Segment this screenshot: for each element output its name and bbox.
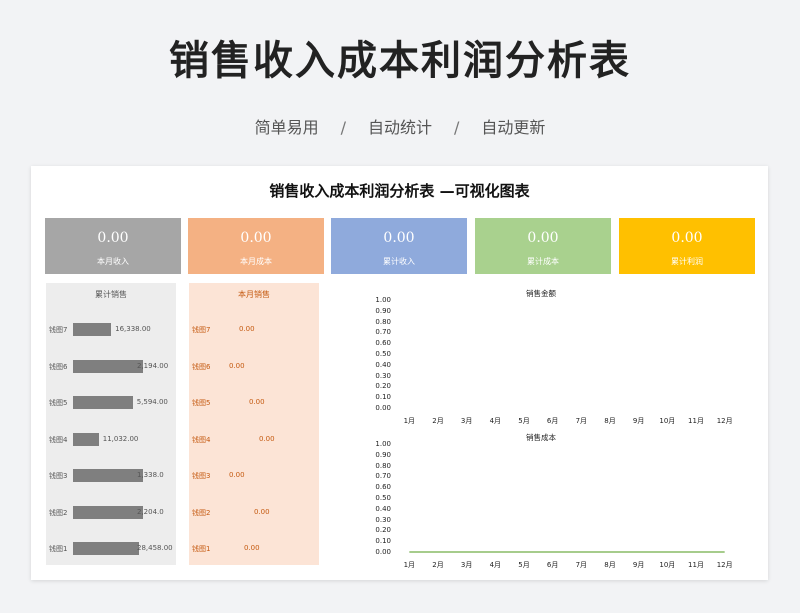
row-bar bbox=[73, 359, 143, 373]
monthly-sales-row: 钱图2 0.00 bbox=[189, 506, 319, 520]
sales-cost-chart: 销售成本 1.00 0.90 0.80 0.70 0.60 0.50 0.40 0.30 0.2… bbox=[331, 430, 751, 570]
cumulative-sales-panel: 累计销售 钱图7 16,338.00 钱图6 2,194.00 钱图5 5,594.00 钱… bbox=[46, 283, 176, 565]
cumulative-sales-row: 钱图4 11,032.00 bbox=[46, 432, 176, 447]
row-value: 0.00 bbox=[249, 398, 265, 406]
row-name: 钱图1 bbox=[49, 545, 68, 553]
row-name: 钱图6 bbox=[49, 362, 68, 371]
row-bar bbox=[73, 396, 133, 409]
monthly-sales-row: 钱图6 0.00 bbox=[189, 360, 319, 374]
cumulative-sales-row: 钱图3 1,338.0 bbox=[46, 469, 176, 483]
cumulative-sales-row: 钱图2 2,204.0 bbox=[46, 505, 176, 520]
page-title: 销售收入成本利润分析表 bbox=[169, 38, 631, 84]
card-label: 累计利润 bbox=[671, 257, 703, 266]
monthly-sales-row: 钱图7 0.00 bbox=[189, 323, 319, 337]
subtitle: 简单易用 / 自动统计 / 自动更新 bbox=[0, 114, 800, 138]
row-value: 28,458.00 bbox=[137, 544, 173, 552]
subtitle-separator: / bbox=[340, 118, 346, 137]
card-label: 累计收入 bbox=[383, 257, 415, 266]
row-name: 钱图1 bbox=[192, 545, 211, 553]
subtitle-item-auto-update: 自动更新 bbox=[481, 118, 546, 137]
cumulative-sales-title: 累计销售 bbox=[95, 290, 127, 299]
row-name: 钱图5 bbox=[49, 399, 68, 407]
card-label: 本月成本 bbox=[240, 257, 272, 266]
row-value: 0.00 bbox=[229, 471, 245, 479]
row-name: 钱图5 bbox=[192, 399, 211, 407]
row-name: 钱图6 bbox=[192, 362, 211, 371]
cumulative-sales-row: 钱图6 2,194.00 bbox=[46, 359, 176, 374]
row-name: 钱图4 bbox=[49, 435, 68, 444]
row-name: 钱图2 bbox=[192, 508, 211, 517]
card-total-income: 0.00 累计收入 bbox=[331, 218, 467, 274]
card-month-income: 0.00 本月收入 bbox=[45, 218, 181, 274]
row-value: 2,194.00 bbox=[137, 361, 169, 370]
row-value: 0.00 bbox=[259, 434, 275, 443]
card-total-profit: 0.00 累计利润 bbox=[619, 218, 755, 274]
row-bar bbox=[73, 505, 143, 519]
cumulative-sales-row: 钱图5 5,594.00 bbox=[46, 396, 176, 410]
card-value: 0.00 bbox=[240, 230, 272, 246]
row-name: 钱图7 bbox=[49, 326, 68, 334]
monthly-sales-row: 钱图5 0.00 bbox=[189, 396, 319, 410]
cumulative-sales-row: 钱图1 28,458.00 bbox=[46, 542, 176, 556]
row-bar bbox=[73, 432, 99, 446]
row-value: 0.00 bbox=[254, 507, 270, 516]
dashboard-panel: 销售收入成本利润分析表 —可视化图表 0.00 本月收入 0.00 本月成本 0… bbox=[31, 166, 768, 580]
row-value: 16,338.00 bbox=[115, 325, 151, 333]
row-value: 0.00 bbox=[229, 361, 245, 370]
card-label: 累计成本 bbox=[527, 257, 559, 266]
row-value: 5,594.00 bbox=[136, 398, 168, 406]
subtitle-item-easy: 简单易用 bbox=[254, 118, 319, 137]
row-name: 钱图2 bbox=[49, 508, 68, 517]
chart-plot bbox=[409, 551, 725, 553]
monthly-sales-panel: 本月销售 钱图7 0.00 钱图6 0.00 钱图5 0.00 钱图4 0.00 钱图3 0.00… bbox=[189, 283, 319, 565]
sales-amount-chart: 销售金额 1.00 0.90 0.80 0.70 0.60 0.50 0.40 0.30 0.2… bbox=[331, 286, 751, 426]
chart-plot bbox=[409, 407, 725, 409]
row-name: 钱图4 bbox=[192, 435, 211, 444]
row-value: 0.00 bbox=[239, 325, 255, 333]
card-label: 本月收入 bbox=[97, 257, 129, 266]
row-bar bbox=[73, 323, 112, 336]
row-value: 2,204.0 bbox=[137, 507, 164, 516]
card-month-cost: 0.00 本月成本 bbox=[188, 218, 324, 274]
row-name: 钱图3 bbox=[192, 472, 211, 480]
subtitle-item-auto-stat: 自动统计 bbox=[367, 118, 432, 137]
row-bar bbox=[73, 469, 143, 482]
monthly-sales-row: 钱图1 0.00 bbox=[189, 542, 319, 556]
card-total-cost: 0.00 累计成本 bbox=[475, 218, 611, 274]
row-bar bbox=[73, 542, 140, 555]
card-value: 0.00 bbox=[97, 230, 129, 246]
monthly-sales-row: 钱图3 0.00 bbox=[189, 469, 319, 483]
monthly-sales-row: 钱图4 0.00 bbox=[189, 433, 319, 447]
row-value: 1,338.0 bbox=[137, 471, 164, 479]
row-name: 钱图3 bbox=[49, 472, 68, 480]
row-value: 11,032.00 bbox=[102, 434, 139, 443]
card-value: 0.00 bbox=[527, 230, 559, 246]
row-value: 0.00 bbox=[244, 544, 260, 552]
card-value: 0.00 bbox=[383, 230, 415, 246]
monthly-sales-title: 本月销售 bbox=[238, 290, 270, 299]
panel-title: 销售收入成本利润分析表 —可视化图表 bbox=[269, 182, 530, 200]
card-value: 0.00 bbox=[671, 230, 703, 246]
row-name: 钱图7 bbox=[192, 326, 211, 334]
subtitle-separator: / bbox=[454, 118, 460, 137]
cumulative-sales-row: 钱图7 16,338.00 bbox=[46, 323, 176, 337]
